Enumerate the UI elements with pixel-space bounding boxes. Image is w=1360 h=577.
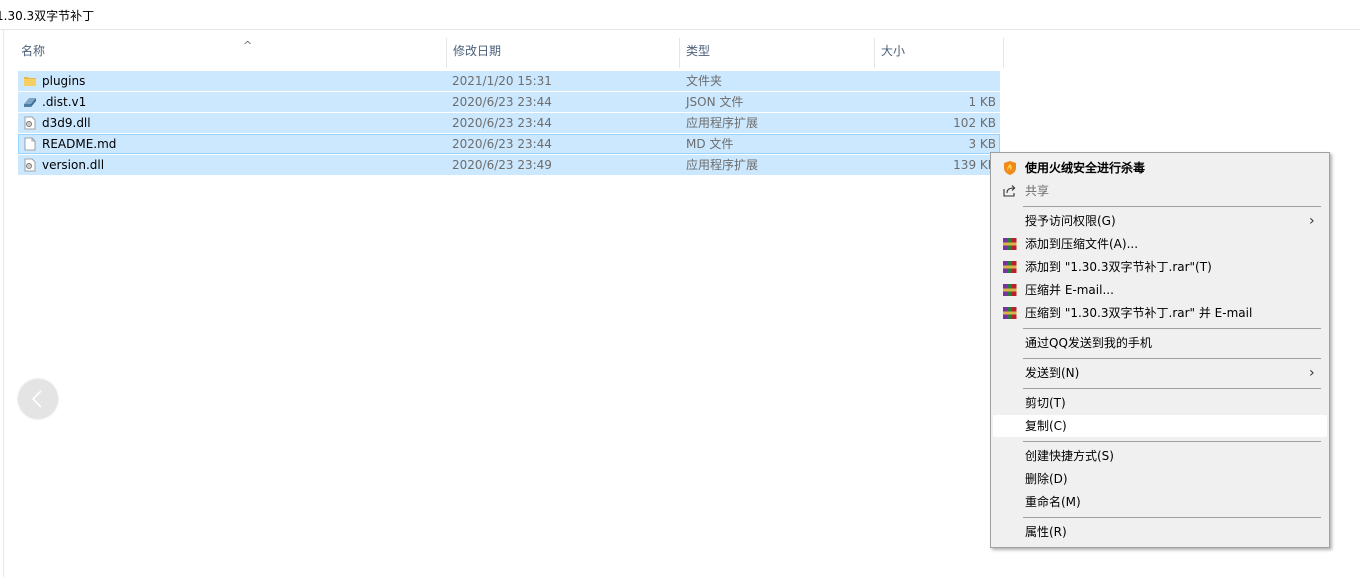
- menu-item-label: 创建快捷方式(S): [1025, 449, 1114, 463]
- menu-separator: [1023, 358, 1321, 359]
- file-row[interactable]: plugins 2021/1/20 15:31 文件夹: [18, 71, 1000, 91]
- column-header-size[interactable]: 大小: [874, 38, 1004, 68]
- md-file-icon: [24, 137, 36, 151]
- column-header-name[interactable]: 名称 ^: [17, 38, 445, 68]
- file-size: 102 KB: [953, 116, 996, 130]
- navigation-pane-border: [3, 30, 4, 577]
- menu-item-label: 授予访问权限(G): [1025, 214, 1116, 228]
- menu-item-add-to-archive[interactable]: 添加到压缩文件(A)...: [993, 233, 1327, 255]
- dll-file-icon: [24, 158, 36, 172]
- menu-item-send-qq-phone[interactable]: 通过QQ发送到我的手机: [993, 332, 1327, 354]
- menu-separator: [1023, 517, 1321, 518]
- file-date: 2021/1/20 15:31: [452, 74, 552, 88]
- file-name: plugins: [42, 74, 86, 88]
- menu-item-label: 复制(C): [1025, 419, 1067, 433]
- menu-item-label: 通过QQ发送到我的手机: [1025, 336, 1152, 350]
- huorong-shield-icon: [1004, 161, 1016, 175]
- menu-item-properties[interactable]: 属性(R): [993, 521, 1327, 543]
- json-file-icon: [24, 98, 36, 107]
- menu-item-create-shortcut[interactable]: 创建快捷方式(S): [993, 445, 1327, 467]
- menu-separator: [1023, 388, 1321, 389]
- dll-file-icon: [24, 116, 36, 130]
- menu-item-label: 删除(D): [1025, 472, 1068, 486]
- winrar-icon: [1003, 284, 1017, 296]
- menu-item-label: 压缩到 "1.30.3双字节补丁.rar" 并 E-mail: [1025, 306, 1253, 320]
- file-date: 2020/6/23 23:49: [452, 158, 552, 172]
- menu-item-grant-access[interactable]: 授予访问权限(G) ›: [993, 210, 1327, 232]
- file-row[interactable]: .dist.v1 2020/6/23 23:44 JSON 文件 1 KB: [18, 92, 1000, 112]
- menu-item-label: 发送到(N): [1025, 366, 1080, 380]
- winrar-icon: [1003, 307, 1017, 319]
- file-date: 2020/6/23 23:44: [452, 137, 552, 151]
- submenu-chevron-icon: ›: [1309, 213, 1315, 229]
- file-date: 2020/6/23 23:44: [452, 116, 552, 130]
- menu-item-rename[interactable]: 重命名(M): [993, 491, 1327, 513]
- menu-item-label: 使用火绒安全进行杀毒: [1025, 161, 1146, 175]
- file-type: 应用程序扩展: [686, 158, 759, 172]
- menu-item-compress-email[interactable]: 压缩并 E-mail...: [993, 279, 1327, 301]
- file-name: .dist.v1: [42, 95, 87, 109]
- menu-separator: [1023, 328, 1321, 329]
- menu-item-label: 共享: [1025, 184, 1050, 198]
- column-header-type[interactable]: 类型: [679, 38, 873, 68]
- menu-item-label: 属性(R): [1025, 525, 1067, 539]
- folder-icon: [24, 77, 36, 86]
- column-header-date[interactable]: 修改日期: [446, 38, 678, 68]
- chevron-left-icon: [31, 390, 42, 408]
- menu-item-label: 剪切(T): [1025, 396, 1066, 410]
- file-list: plugins 2021/1/20 15:31 文件夹 .dist.v1 202…: [18, 71, 1000, 176]
- file-row[interactable]: version.dll 2020/6/23 23:49 应用程序扩展 139 K…: [18, 155, 1000, 175]
- file-row[interactable]: d3d9.dll 2020/6/23 23:44 应用程序扩展 102 KB: [18, 113, 1000, 133]
- menu-item-send-to[interactable]: 发送到(N) ›: [993, 362, 1327, 384]
- winrar-icon: [1003, 238, 1017, 250]
- file-type: 应用程序扩展: [686, 116, 759, 130]
- file-type: MD 文件: [686, 137, 734, 151]
- menu-separator: [1023, 206, 1321, 207]
- file-name: version.dll: [42, 158, 105, 172]
- menu-item-label: 重命名(M): [1025, 495, 1081, 509]
- file-size: 3 KB: [968, 137, 996, 151]
- share-icon: [1003, 185, 1016, 197]
- menu-item-label: 添加到 "1.30.3双字节补丁.rar"(T): [1025, 260, 1212, 274]
- file-type: 文件夹: [686, 74, 723, 88]
- sort-ascending-icon: ^: [243, 39, 253, 52]
- menu-item-delete[interactable]: 删除(D): [993, 468, 1327, 490]
- address-bar[interactable]: 1.30.3双字节补丁: [0, 0, 1360, 30]
- submenu-chevron-icon: ›: [1309, 365, 1315, 381]
- menu-item-cut[interactable]: 剪切(T): [993, 392, 1327, 414]
- file-size: 1 KB: [968, 95, 996, 109]
- menu-item-compress-rar-email[interactable]: 压缩到 "1.30.3双字节补丁.rar" 并 E-mail: [993, 302, 1327, 324]
- menu-item-share[interactable]: 共享: [993, 180, 1327, 202]
- context-menu: 使用火绒安全进行杀毒 共享 授予访问权限(G) › 添加到压缩文件(A)... …: [990, 152, 1330, 548]
- file-row[interactable]: README.md 2020/6/23 23:44 MD 文件 3 KB: [18, 134, 1000, 154]
- file-name: d3d9.dll: [42, 116, 91, 130]
- file-name: README.md: [42, 137, 117, 151]
- file-date: 2020/6/23 23:44: [452, 95, 552, 109]
- back-navigation-button[interactable]: [18, 379, 58, 419]
- menu-item-label: 压缩并 E-mail...: [1025, 283, 1114, 297]
- menu-item-label: 添加到压缩文件(A)...: [1025, 237, 1139, 251]
- menu-item-add-to-rar[interactable]: 添加到 "1.30.3双字节补丁.rar"(T): [993, 256, 1327, 278]
- column-header-name-label: 名称: [21, 44, 46, 58]
- winrar-icon: [1003, 261, 1017, 273]
- address-path[interactable]: 1.30.3双字节补丁: [0, 7, 94, 24]
- file-type: JSON 文件: [686, 95, 744, 109]
- menu-item-copy[interactable]: 复制(C): [993, 415, 1327, 437]
- column-header-row: 名称 ^ 修改日期 类型 大小: [0, 38, 1010, 68]
- menu-separator: [1023, 441, 1321, 442]
- menu-item-huorong-scan[interactable]: 使用火绒安全进行杀毒: [993, 157, 1327, 179]
